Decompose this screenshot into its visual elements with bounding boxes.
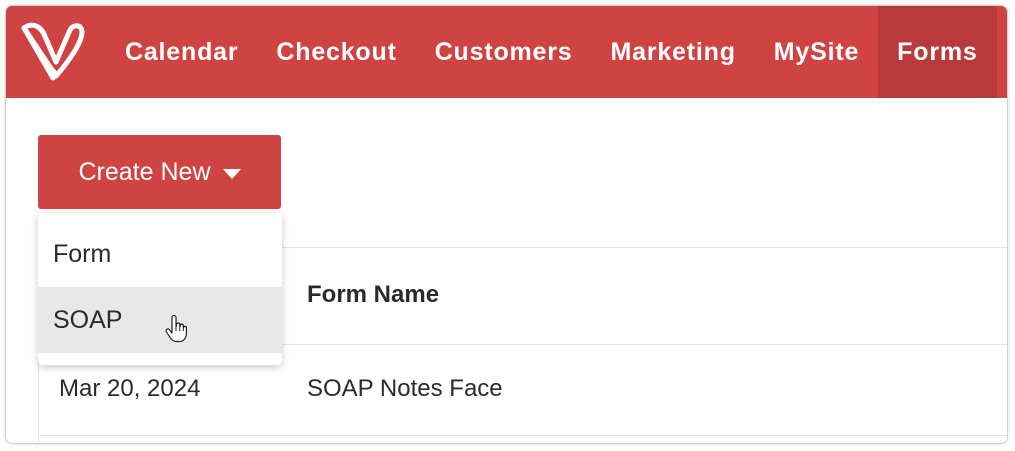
app-window: Calendar Checkout Customers Marketing My… [6,6,1007,443]
column-header-form-name[interactable]: Form Name [307,281,439,309]
nav-menu: Calendar Checkout Customers Marketing My… [106,6,997,98]
nav-item-mysite[interactable]: MySite [755,6,878,98]
nav-item-calendar[interactable]: Calendar [106,6,257,98]
caret-down-icon [222,168,241,179]
cell-date: Mar 20, 2024 [59,375,201,402]
top-navbar: Calendar Checkout Customers Marketing My… [6,6,1007,98]
menu-item-soap-label: SOAP [53,305,123,334]
nav-item-forms[interactable]: Forms [878,6,997,98]
brand-logo-icon[interactable] [20,20,86,82]
create-new-label: Create New [78,157,211,186]
nav-item-marketing[interactable]: Marketing [592,6,755,98]
create-new-button[interactable]: Create New [38,135,281,209]
create-new-dropdown-menu: Form SOAP [38,213,282,365]
hand-pointer-icon [165,315,187,343]
menu-item-form[interactable]: Form [38,221,282,287]
nav-item-checkout[interactable]: Checkout [257,6,415,98]
nav-item-customers[interactable]: Customers [416,6,592,98]
cell-form-name[interactable]: SOAP Notes Face [307,375,503,403]
menu-item-soap[interactable]: SOAP [38,287,282,353]
